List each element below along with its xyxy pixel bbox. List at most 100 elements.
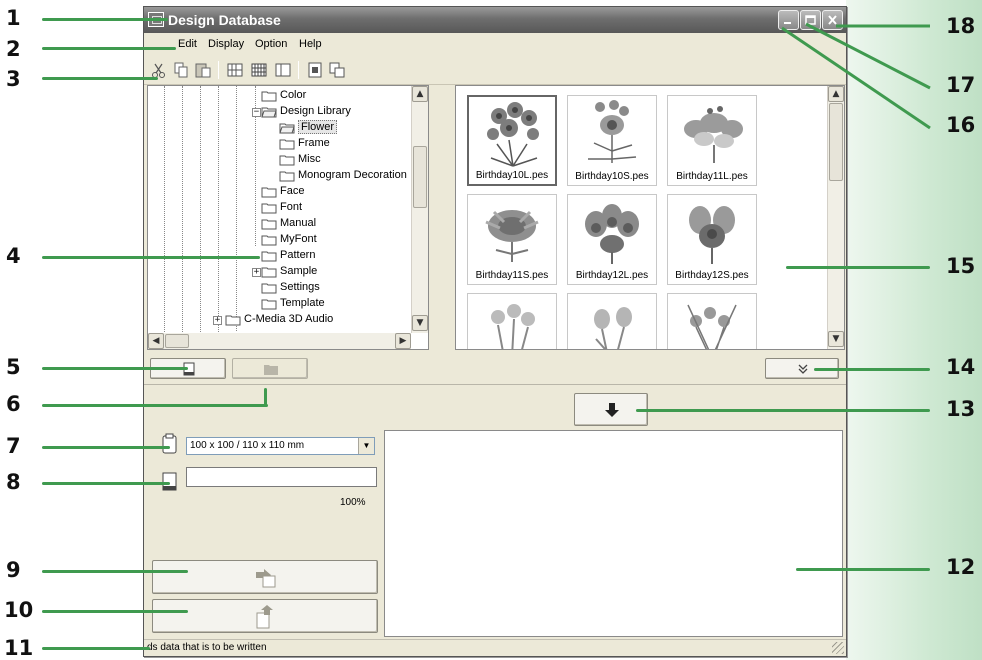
leader-line [796, 568, 930, 571]
folder-icon [261, 187, 277, 198]
folder-icon [261, 219, 277, 230]
folder-open-icon [279, 123, 295, 134]
callout-17: 17 [946, 73, 976, 97]
folder-icon [261, 299, 277, 310]
tree-line [218, 86, 219, 336]
open-in-layout-icon[interactable] [328, 61, 346, 79]
leader-line [786, 266, 930, 269]
details-view-icon[interactable] [274, 61, 292, 79]
toolbar-separator [298, 61, 299, 79]
computer-folder-button[interactable] [232, 358, 308, 379]
status-bar: ds data that is to be written [144, 639, 846, 656]
tree-line [200, 86, 201, 336]
thumbnail-item[interactable] [567, 293, 657, 349]
tree-line [182, 86, 183, 336]
callout-1: 1 [6, 6, 21, 30]
thumbnail-item[interactable]: Birthday11L.pes [667, 95, 757, 186]
leader-line [42, 404, 268, 407]
hoop-size-dropdown[interactable]: 100 x 100 / 110 x 110 mm ▼ [186, 437, 375, 455]
callout-18: 18 [946, 14, 976, 38]
callout-7: 7 [6, 434, 21, 458]
thumbnail-item[interactable] [667, 293, 757, 349]
thumbnail-item[interactable] [467, 293, 557, 349]
callout-5: 5 [6, 355, 21, 379]
arrow-down-icon [605, 403, 619, 417]
write-button[interactable] [152, 560, 378, 594]
remove-from-list-icon [256, 605, 273, 629]
leader-line [42, 647, 150, 650]
capacity-bar [186, 467, 377, 487]
folder-icon [279, 171, 295, 182]
folder-tree[interactable]: Color − Design Library Flower Frame Misc… [147, 85, 429, 350]
folder-icon [261, 251, 277, 262]
callout-9: 9 [6, 558, 21, 582]
tree-vertical-scrollbar[interactable]: ▲ ▼ [411, 86, 428, 333]
resize-grip[interactable] [832, 642, 844, 654]
leader-line [42, 482, 170, 485]
callout-4: 4 [6, 244, 21, 268]
folder-icon [261, 267, 277, 278]
scroll-down-button[interactable]: ▼ [828, 331, 844, 347]
folder-icon [261, 235, 277, 246]
write-to-card-icon [256, 569, 276, 588]
callout-11: 11 [4, 636, 34, 660]
menu-option[interactable]: Option [255, 38, 287, 50]
scroll-up-button[interactable]: ▲ [412, 86, 428, 102]
small-thumbnails-icon[interactable] [250, 61, 268, 79]
scroll-thumb[interactable] [165, 334, 189, 348]
leader-line [42, 47, 176, 50]
capacity-percent: 100% [340, 497, 366, 508]
callout-6: 6 [6, 392, 21, 416]
scroll-right-button[interactable]: ▶ [395, 333, 411, 349]
expand-toggle[interactable]: + [252, 268, 261, 277]
remove-button[interactable] [152, 599, 378, 633]
divider [144, 384, 846, 385]
leader-line [264, 388, 267, 406]
thumbnail-item[interactable]: Birthday12S.pes [667, 194, 757, 285]
menu-edit[interactable]: Edit [178, 38, 197, 50]
title-bar[interactable]: Design Database [144, 7, 846, 33]
copy-icon[interactable] [172, 61, 190, 79]
leader-line [42, 446, 170, 449]
flower-design-thumbnail [594, 307, 632, 349]
folder-icon [261, 91, 277, 102]
flower-design-thumbnail [689, 206, 735, 264]
expand-toggle[interactable]: + [213, 316, 222, 325]
scroll-thumb[interactable] [413, 146, 427, 208]
scroll-down-button[interactable]: ▼ [412, 315, 428, 331]
callout-15: 15 [946, 254, 976, 278]
flower-design-thumbnail [491, 304, 535, 349]
callout-16: 16 [946, 113, 976, 137]
leader-line [42, 256, 260, 259]
property-icon[interactable] [306, 61, 324, 79]
thumbnail-item[interactable]: Birthday12L.pes [567, 194, 657, 285]
callout-8: 8 [6, 470, 21, 494]
design-database-window: Design Database Edit Display Option Help [143, 6, 847, 657]
chevron-down-icon[interactable]: ▼ [358, 438, 374, 454]
paste-icon[interactable] [194, 61, 212, 79]
callout-12: 12 [946, 555, 976, 579]
flower-design-thumbnail [684, 106, 743, 163]
scroll-left-button[interactable]: ◀ [148, 333, 164, 349]
folder-icon [279, 139, 295, 150]
callout-13: 13 [946, 397, 976, 421]
toolbar-separator [218, 61, 219, 79]
toolbar [144, 55, 846, 85]
flower-design-thumbnail [485, 210, 539, 262]
window-title: Design Database [168, 12, 281, 28]
menu-display[interactable]: Display [208, 38, 244, 50]
thumbnail-item[interactable]: Birthday10L.pes [467, 95, 557, 186]
write-list-area[interactable] [384, 430, 843, 637]
folder-icon [261, 283, 277, 294]
tree-horizontal-scrollbar[interactable]: ◀ ▶ [148, 333, 411, 349]
tree-line [236, 86, 237, 331]
menu-help[interactable]: Help [299, 38, 322, 50]
thumbnail-item[interactable]: Birthday11S.pes [467, 194, 557, 285]
leader-line [814, 368, 930, 371]
flower-design-thumbnail [687, 304, 737, 349]
large-thumbnails-icon[interactable] [226, 61, 244, 79]
thumbnail-item[interactable]: Birthday10S.pes [567, 95, 657, 186]
collapse-toggle[interactable]: − [252, 108, 261, 117]
leader-line [42, 18, 168, 21]
status-text: ds data that is to be written [147, 642, 267, 653]
